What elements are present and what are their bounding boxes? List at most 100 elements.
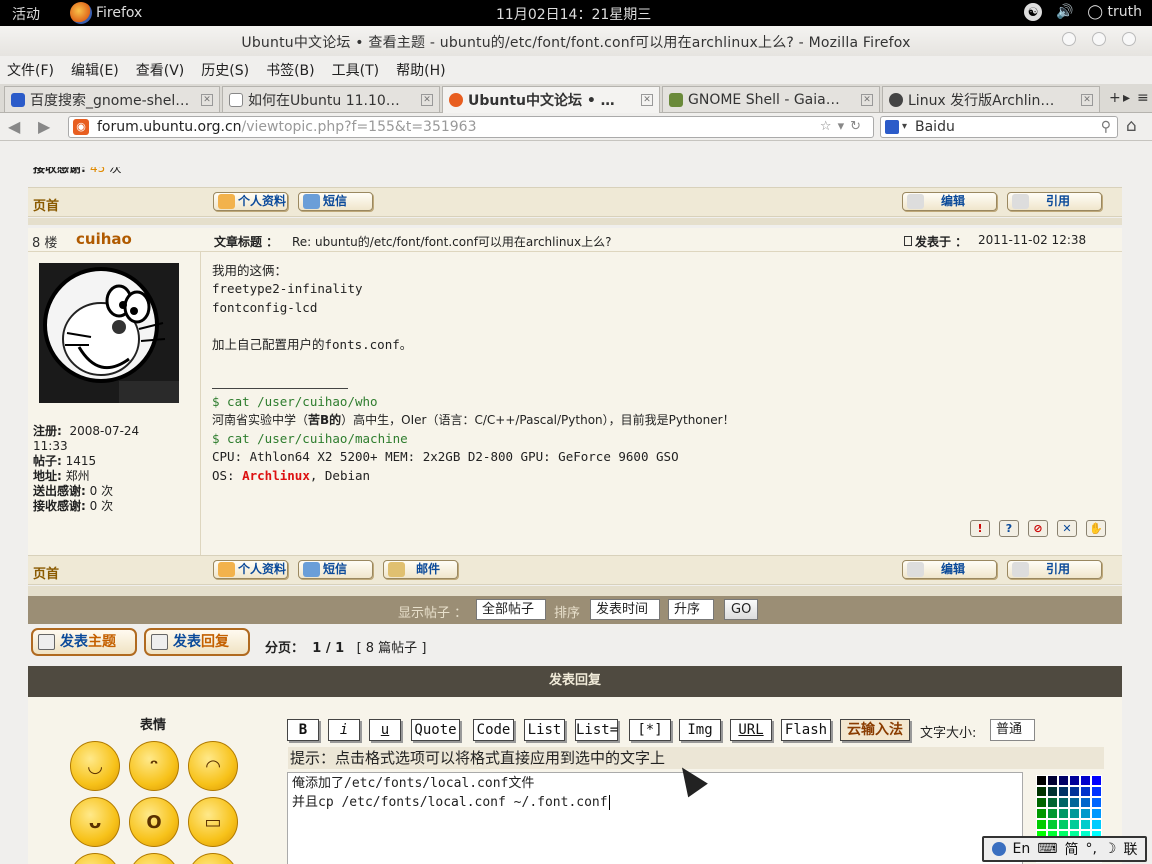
smiley-smile-icon[interactable]: ◡: [70, 741, 120, 791]
tab-scroll-right-icon[interactable]: ▸: [1123, 90, 1130, 106]
smiley-wink-icon[interactable]: ᴗ: [129, 853, 179, 864]
ordered-list-button[interactable]: List=: [575, 719, 618, 741]
color-swatch[interactable]: [1080, 808, 1091, 819]
keyboard-icon[interactable]: ⌨: [1037, 841, 1057, 857]
image-button[interactable]: Img: [679, 719, 721, 741]
sort-field-select[interactable]: 发表时间: [590, 599, 660, 620]
color-swatch[interactable]: [1047, 797, 1058, 808]
menu-tools[interactable]: 工具(T): [332, 60, 379, 80]
url-button[interactable]: URL: [730, 719, 772, 741]
color-swatch[interactable]: [1036, 786, 1047, 797]
color-swatch[interactable]: [1069, 786, 1080, 797]
forward-arrow-icon[interactable]: ▶: [38, 117, 50, 136]
color-swatch[interactable]: [1069, 808, 1080, 819]
font-size-select[interactable]: 普通: [990, 719, 1035, 741]
post-author[interactable]: cuihao: [76, 230, 132, 248]
quote-button[interactable]: 引用: [1007, 192, 1102, 211]
search-bar[interactable]: ▾ Baidu ⚲: [880, 116, 1118, 138]
list-all-tabs-icon[interactable]: ≡: [1137, 90, 1149, 106]
ime-keyboard-icon[interactable]: [991, 842, 1006, 856]
show-posts-select[interactable]: 全部帖子: [476, 599, 546, 620]
cloud-ime-button[interactable]: 云输入法: [840, 719, 910, 741]
maximize-button[interactable]: [1092, 32, 1106, 46]
reply-textarea[interactable]: 俺添加了/etc/fonts/local.conf文件 并且cp /etc/fo…: [287, 772, 1023, 864]
color-swatch[interactable]: [1080, 797, 1091, 808]
ime-lang[interactable]: En: [1013, 841, 1031, 857]
search-icon[interactable]: ⚲: [1101, 117, 1111, 137]
profile-button[interactable]: 个人资料: [213, 560, 288, 579]
color-swatch[interactable]: [1080, 786, 1091, 797]
back-arrow-icon[interactable]: ◀: [8, 117, 20, 136]
home-icon[interactable]: ⌂: [1126, 116, 1137, 136]
color-swatch[interactable]: [1091, 775, 1102, 786]
color-swatch[interactable]: [1091, 819, 1102, 830]
user-menu[interactable]: ◯ truth: [1087, 4, 1142, 20]
color-swatch[interactable]: [1080, 819, 1091, 830]
reply-button[interactable]: 发表回复: [144, 628, 250, 656]
site-identity-icon[interactable]: ◉: [73, 119, 89, 135]
ime-panel[interactable]: En ⌨ 简 °, ☽ 联: [982, 836, 1147, 862]
tab-close-icon[interactable]: ✕: [1081, 93, 1093, 106]
bold-button[interactable]: B: [287, 719, 319, 741]
ime-link[interactable]: 联: [1123, 839, 1137, 859]
color-swatch[interactable]: [1047, 786, 1058, 797]
color-swatch[interactable]: [1036, 797, 1047, 808]
color-swatch[interactable]: [1047, 775, 1058, 786]
tab-baidu[interactable]: 百度搜索_gnome-shel… ✕: [4, 86, 220, 112]
code-button[interactable]: Code: [473, 719, 514, 741]
color-swatch[interactable]: [1080, 775, 1091, 786]
report-icon[interactable]: !: [970, 520, 990, 537]
info-icon[interactable]: ?: [999, 520, 1019, 537]
dropdown-arrow-icon[interactable]: ▾: [838, 119, 851, 134]
menu-bookmarks[interactable]: 书签(B): [266, 60, 315, 80]
smiley-laugh-icon[interactable]: O: [129, 797, 179, 847]
baidu-engine-icon[interactable]: [885, 120, 899, 134]
color-swatch[interactable]: [1091, 797, 1102, 808]
color-swatch[interactable]: [1036, 819, 1047, 830]
list-button[interactable]: List: [524, 719, 565, 741]
color-swatch[interactable]: [1069, 797, 1080, 808]
color-swatch[interactable]: [1047, 819, 1058, 830]
engine-dropdown-icon[interactable]: ▾: [902, 117, 907, 137]
menu-history[interactable]: 历史(S): [201, 60, 249, 80]
color-swatch[interactable]: [1058, 786, 1069, 797]
top-link[interactable]: 页首: [33, 195, 59, 214]
quote-button[interactable]: 引用: [1007, 560, 1102, 579]
close-button[interactable]: [1122, 32, 1136, 46]
tab-close-icon[interactable]: ✕: [201, 93, 213, 106]
color-swatch[interactable]: [1058, 775, 1069, 786]
underline-button[interactable]: u: [369, 719, 401, 741]
ime-moon-icon[interactable]: ☽: [1104, 841, 1117, 857]
warn-icon[interactable]: ⊘: [1028, 520, 1048, 537]
smiley-blush-icon[interactable]: ◠: [188, 741, 238, 791]
ime-punct[interactable]: °,: [1085, 841, 1096, 857]
top-link[interactable]: 页首: [33, 563, 59, 582]
color-swatch[interactable]: [1058, 797, 1069, 808]
color-swatch[interactable]: [1047, 808, 1058, 819]
new-tab-icon[interactable]: +: [1109, 90, 1121, 106]
edit-button[interactable]: 编辑: [902, 192, 997, 211]
profile-button[interactable]: 个人资料: [213, 192, 288, 211]
tab-ubuntu-forum[interactable]: Ubuntu中文论坛 • … ✕: [442, 86, 660, 113]
tab-close-icon[interactable]: ✕: [861, 93, 873, 106]
accessibility-icon[interactable]: ☯: [1023, 3, 1042, 21]
activities-button[interactable]: 活动: [12, 4, 40, 24]
smiley-dizzy-icon[interactable]: @: [188, 853, 238, 864]
italic-button[interactable]: i: [328, 719, 360, 741]
pm-button[interactable]: 短信: [298, 192, 373, 211]
smiley-sweat-icon[interactable]: ▭: [188, 797, 238, 847]
smiley-grin-icon[interactable]: ▭: [70, 853, 120, 864]
color-swatch[interactable]: [1058, 808, 1069, 819]
url-bar[interactable]: ◉ forum.ubuntu.org.cn/viewtopic.php?f=15…: [68, 116, 874, 138]
list-item-button[interactable]: [*]: [629, 719, 671, 741]
go-button[interactable]: GO: [724, 599, 759, 620]
delete-icon[interactable]: ✕: [1057, 520, 1077, 537]
volume-icon[interactable]: 🔊: [1056, 4, 1073, 20]
sort-order-select[interactable]: 升序: [668, 599, 714, 620]
color-swatch[interactable]: [1069, 819, 1080, 830]
clock[interactable]: 11月02日14：21星期三: [496, 4, 651, 24]
reload-icon[interactable]: ↻: [850, 119, 867, 134]
color-swatch[interactable]: [1036, 808, 1047, 819]
smiley-tongue-icon[interactable]: ᵔ: [129, 741, 179, 791]
tab-ubuntu-howto[interactable]: 如何在Ubuntu 11.10… ✕: [222, 86, 440, 112]
